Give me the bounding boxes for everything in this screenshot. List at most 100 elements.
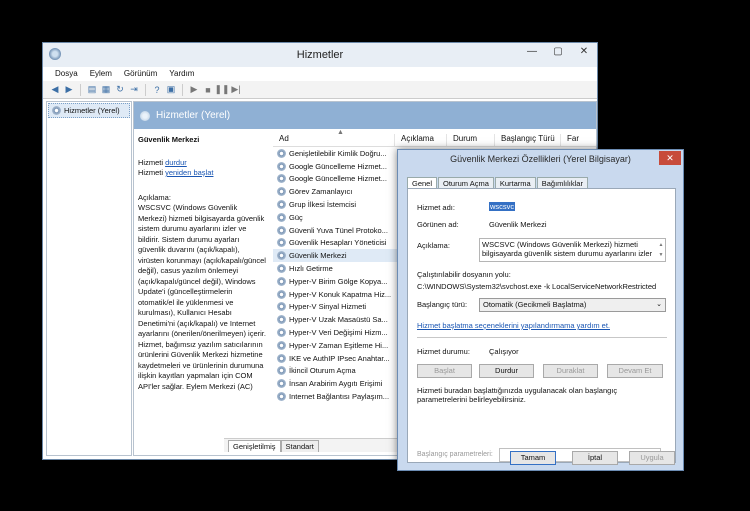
properties-dialog: Güvenlik Merkezi Özellikleri (Yerel Bilg… [397,149,684,471]
toolbar-separator [182,83,183,96]
content-header: Hizmetler (Yerel) [134,102,596,129]
pause-button[interactable]: Duraklat [543,364,598,378]
column-startup-type[interactable]: Başlangıç Türü [495,134,561,146]
menu-file[interactable]: Dosya [51,67,82,81]
service-name-value[interactable]: wscsvc [489,202,516,211]
selected-service-title: Güvenlik Merkezi [138,135,200,144]
maximize-button[interactable]: ▢ [547,43,569,61]
service-name: Güvenlik Merkezi [289,251,347,261]
service-status-value: Çalışıyor [489,347,519,356]
title-bar: Hizmetler — ▢ ✕ [43,43,597,67]
gear-icon [52,106,61,115]
divider [417,337,667,338]
apply-button[interactable]: Uygula [629,451,675,465]
gear-icon [277,161,286,171]
description-text: WSCSVC (Windows Güvenlik Merkezi) hizmet… [138,203,266,391]
service-name: Google Güncelleme Hizmet... [289,174,387,184]
ok-button[interactable]: Tamam [510,451,556,465]
forward-arrow-icon[interactable]: ▶ [63,84,75,96]
gear-icon [277,212,286,222]
properties-icon[interactable]: ▣ [165,84,177,96]
start-button[interactable]: Başlat [417,364,472,378]
start-params-note: Hizmeti buradan başlattığınızda uygulana… [417,386,618,404]
service-name: Hyper-V Konuk Kapatma Hiz... [289,289,392,299]
window-title: Hizmetler [296,49,344,61]
tree-item-services-local[interactable]: Hizmetler (Yerel) [48,103,130,118]
gear-icon [277,200,286,210]
service-name-label: Hizmet adı: [417,203,455,212]
pause-icon[interactable]: ❚❚ [214,84,229,96]
column-status[interactable]: Durum [447,134,495,146]
restart-service-link[interactable]: yeniden başlat [165,168,213,177]
service-name: Hyper-V Veri Değişimi Hizm... [289,328,388,338]
close-button[interactable]: ✕ [573,43,595,61]
description-box[interactable]: WSCSVC (Windows Güvenlik Merkezi) hizmet… [479,238,666,262]
toolbar-separator [145,83,146,96]
exec-path-label: Çalıştırılabilir dosyanın yolu: [417,270,511,279]
gear-icon [277,302,286,312]
menu-bar: Dosya Eylem Görünüm Yardım [43,67,597,81]
gear-icon [277,366,286,376]
service-name: Hyper-V Zaman Eşitleme Hi... [289,340,389,350]
tab-extended[interactable]: Genişletilmiş [228,440,281,452]
play-icon[interactable]: ▶ [188,84,200,96]
minimize-button[interactable]: — [521,43,543,61]
service-name: Grup İlkesi İstemcisi [289,200,357,210]
column-logon-as[interactable]: Far [561,134,583,146]
description-label: Açıklama: [417,241,450,250]
help-icon[interactable]: ? [151,84,163,96]
service-name: Internet Bağlantısı Paylaşım... [289,392,390,402]
exec-path-value: C:\WINDOWS\System32\svchost.exe -k Local… [417,282,657,291]
general-panel: Hizmet adı: wscsvc Görünen ad: Güvenlik … [407,188,676,463]
description-label: Açıklama: [138,192,171,202]
sort-arrow-icon: ▲ [337,129,344,136]
gear-icon [277,328,286,338]
cancel-button[interactable]: İptal [572,451,618,465]
dialog-close-button[interactable]: ✕ [659,151,681,165]
menu-help[interactable]: Yardım [165,67,198,81]
service-name: Güvenli Yuva Tünel Protoko... [289,225,388,235]
menu-view[interactable]: Görünüm [120,67,161,81]
gear-icon [277,315,286,325]
services-icon [140,110,150,121]
resume-button[interactable]: Devam Et [607,364,663,378]
toolbar-separator [80,83,81,96]
gear-icon [277,148,286,158]
column-description[interactable]: Açıklama [395,134,447,146]
gear-icon [277,238,286,248]
list-view-icon[interactable]: ▦ [100,84,112,96]
service-name: Hyper-V Birim Gölge Kopya... [289,276,388,286]
tab-standard[interactable]: Standart [280,440,319,452]
scroll-arrows-icon[interactable]: ▲ ▼ [658,240,664,260]
gear-icon [277,379,286,389]
gear-icon [277,353,286,363]
column-name[interactable]: Ad [273,134,395,146]
menu-action[interactable]: Eylem [86,67,116,81]
service-name: Google Güncelleme Hizmet... [289,161,387,171]
startup-type-select[interactable]: Otomatik (Gecikmeli Başlatma) ⌄ [479,298,666,312]
display-name-label: Görünen ad: [417,220,459,229]
stop-icon[interactable]: ■ [202,84,214,96]
startup-type-label: Başlangıç türü: [417,300,468,309]
service-name: Genişletilebilir Kimlik Doğru... [289,148,387,158]
gear-icon [277,264,286,274]
stop-service-link[interactable]: durdur [165,158,187,167]
gear-icon [277,289,286,299]
stop-button[interactable]: Durdur [479,364,534,378]
back-arrow-icon[interactable]: ◀ [49,84,61,96]
service-name: İnsan Arabirim Aygıtı Erişimi [289,379,383,389]
service-name: Güvenlik Hesapları Yöneticisi [289,238,387,248]
chevron-down-icon: ⌄ [656,301,662,308]
export-icon[interactable]: ⇥ [128,84,140,96]
restart-icon[interactable]: ▶| [230,84,242,96]
refresh-icon[interactable]: ↻ [114,84,126,96]
startup-help-link[interactable]: Hizmet başlatma seçeneklerini yapılandır… [417,321,610,330]
service-name: Görev Zamanlayıcı [289,187,353,197]
console-tree-icon[interactable]: ▤ [86,84,98,96]
gear-icon [277,392,286,402]
gear-icon [277,251,286,261]
console-tree: Hizmetler (Yerel) [46,101,132,456]
gear-icon [277,174,286,184]
service-name: İkincil Oturum Açma [289,366,356,376]
display-name-value[interactable]: Güvenlik Merkezi [489,220,547,229]
